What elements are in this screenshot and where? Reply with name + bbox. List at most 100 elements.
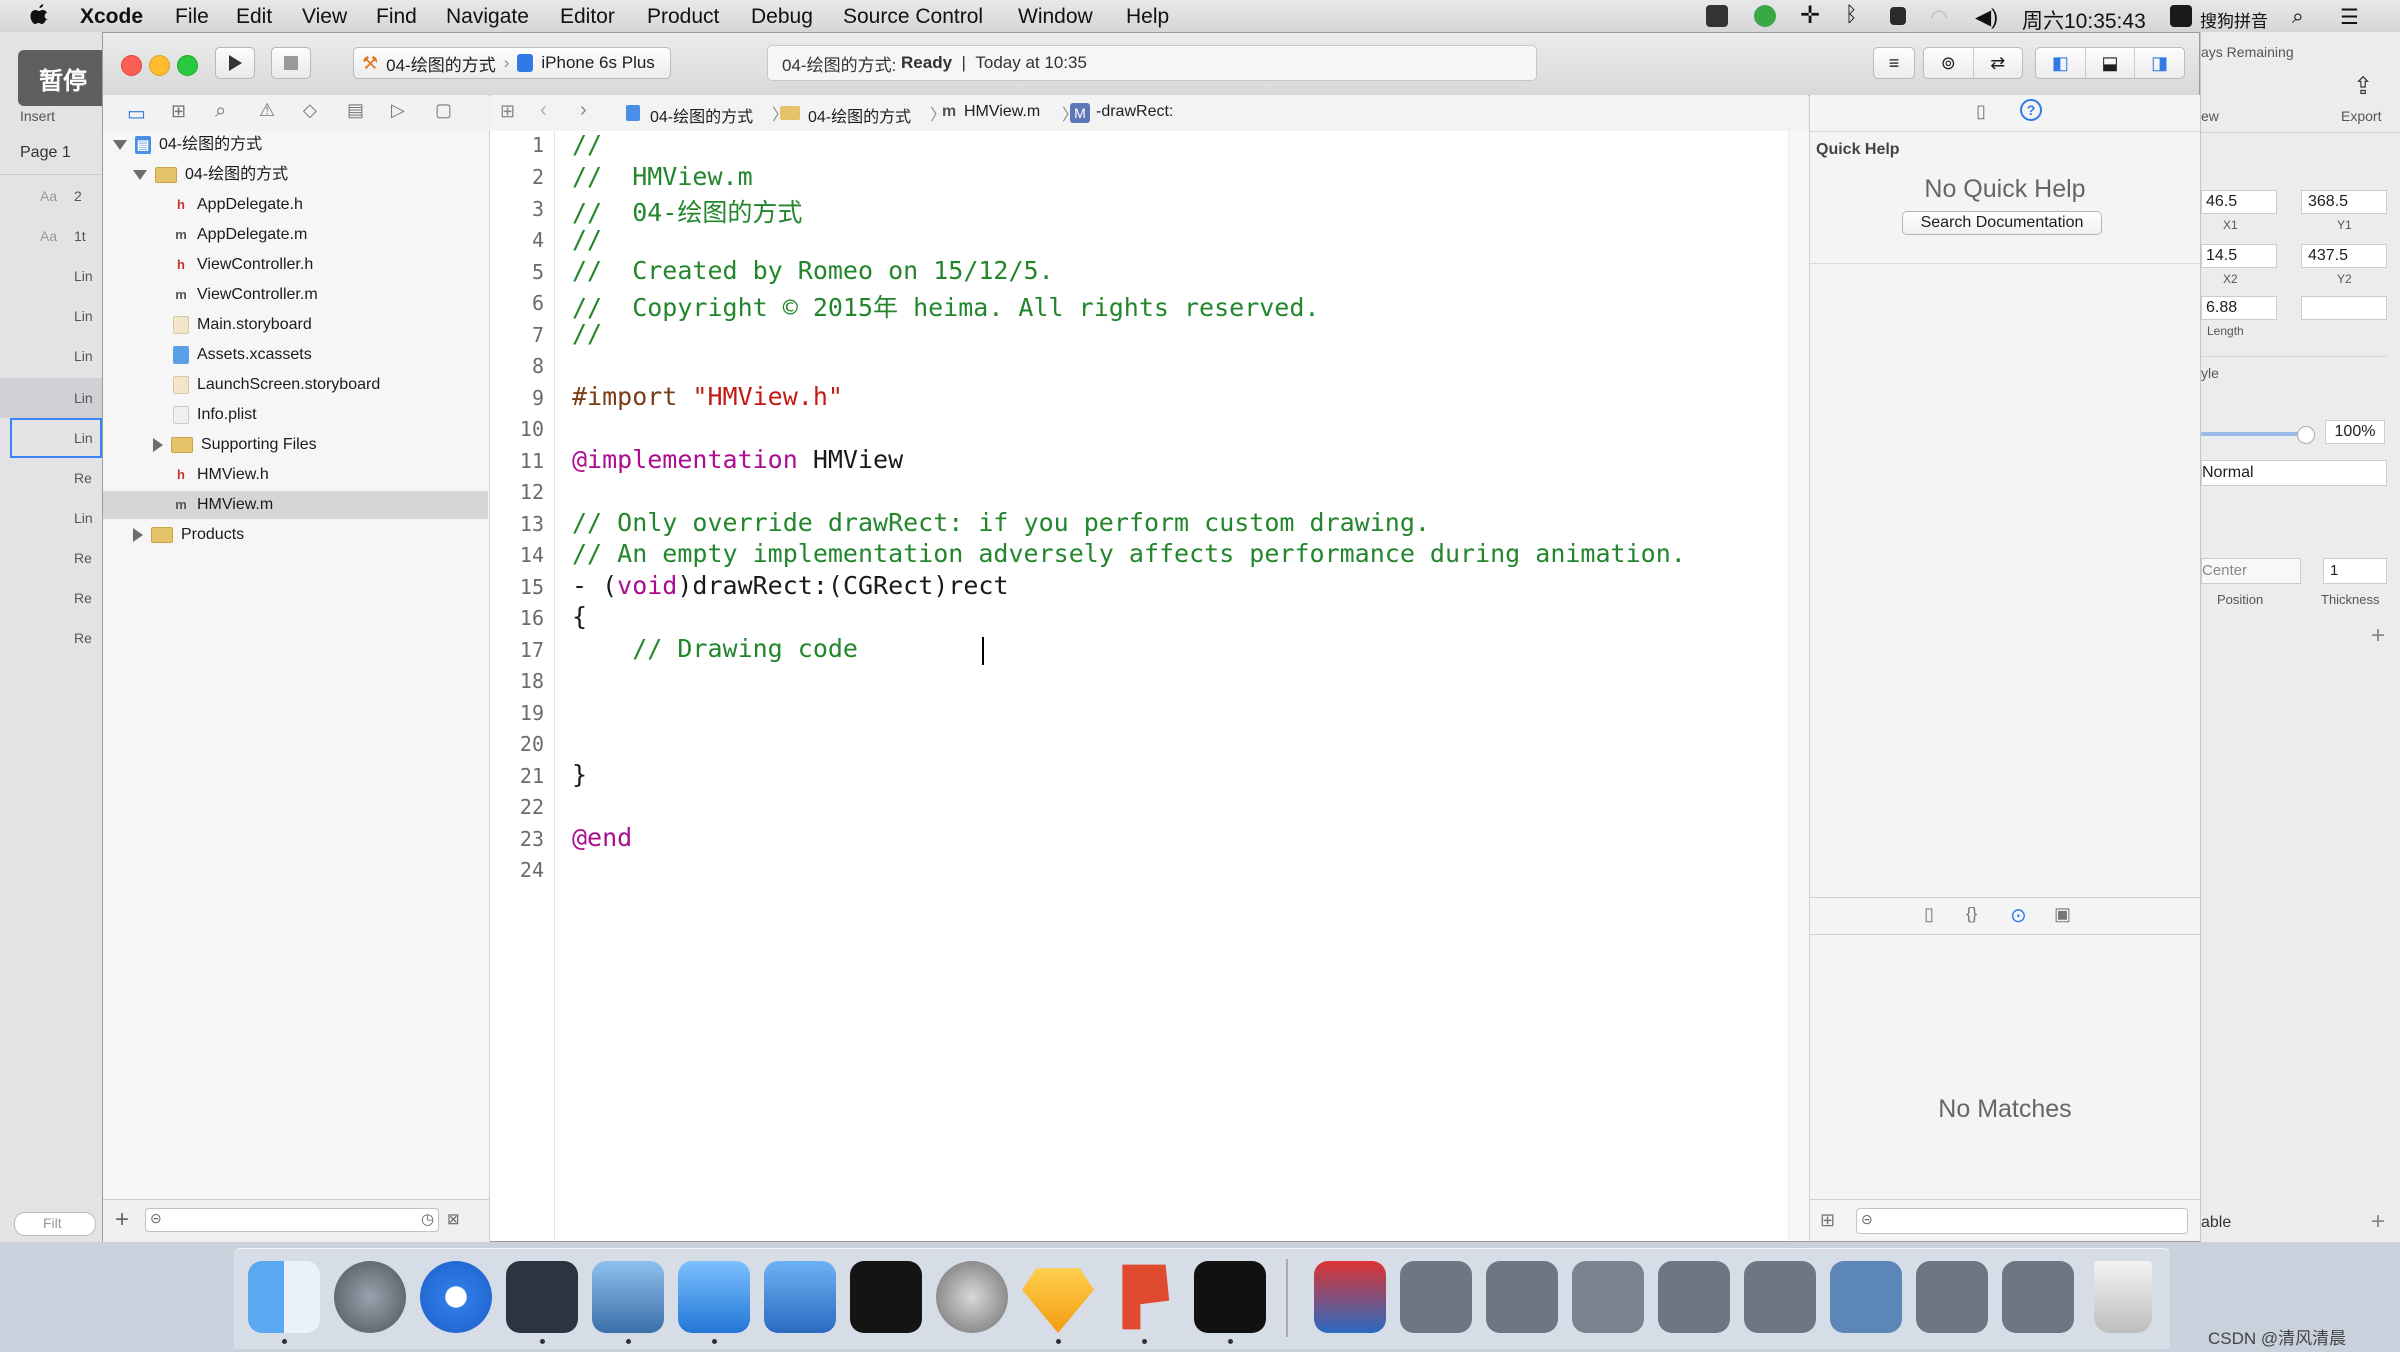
- sketch-layer-highlight[interactable]: Lin: [10, 418, 102, 458]
- forward-arrow-icon[interactable]: ›: [580, 99, 587, 122]
- test-navigator-icon[interactable]: ◇: [303, 100, 317, 121]
- disclosure-closed-icon[interactable]: [153, 437, 163, 452]
- minimized-window-icon[interactable]: [1830, 1261, 1902, 1333]
- apple-icon[interactable]: [28, 2, 50, 28]
- tree-row-file[interactable]: h AppDelegate.h: [173, 191, 303, 219]
- menu-editor[interactable]: Editor: [560, 5, 615, 29]
- sketch-layer[interactable]: Re: [74, 470, 92, 486]
- sketch-icon[interactable]: [1022, 1268, 1094, 1333]
- menu-product[interactable]: Product: [647, 5, 719, 29]
- menu-xcode[interactable]: Xcode: [80, 5, 143, 29]
- sketch-filter-input[interactable]: Filt: [14, 1212, 96, 1236]
- style-row[interactable]: yle: [2201, 356, 2387, 387]
- opacity-field[interactable]: 100%: [2325, 420, 2385, 444]
- breakpoint-navigator-icon[interactable]: ▷: [391, 100, 405, 121]
- sketch-export-label[interactable]: Export: [2341, 108, 2381, 124]
- jump-crumb-method[interactable]: -drawRect:: [1096, 103, 1173, 121]
- standard-editor-button[interactable]: ≡: [1873, 47, 1915, 79]
- assistant-editor-icon[interactable]: ⊚: [1924, 48, 1974, 78]
- grid-view-icon[interactable]: ⊞: [1820, 1210, 1835, 1231]
- tree-row-file[interactable]: LaunchScreen.storyboard: [173, 371, 380, 399]
- border-thickness-field[interactable]: 1: [2323, 558, 2387, 584]
- version-editor-icon[interactable]: ⇄: [1974, 48, 2023, 78]
- instruments-icon[interactable]: [764, 1261, 836, 1333]
- menu-debug[interactable]: Debug: [751, 5, 813, 29]
- menu-help[interactable]: Help: [1126, 5, 1169, 29]
- sketch-layer-selected[interactable]: Lin: [0, 378, 102, 418]
- disclosure-open-icon[interactable]: [113, 139, 127, 150]
- search-documentation-button[interactable]: Search Documentation: [1902, 211, 2102, 235]
- tree-row-file-selected[interactable]: m HMView.m: [173, 491, 273, 519]
- plus-status-icon[interactable]: ✛: [1800, 1, 1820, 30]
- terminal-icon[interactable]: [850, 1261, 922, 1333]
- powerpoint-icon[interactable]: [1122, 1264, 1170, 1330]
- lock-icon[interactable]: [1890, 7, 1906, 25]
- screen-record-icon[interactable]: [1706, 5, 1728, 27]
- recent-files-icon[interactable]: ◷: [421, 1210, 434, 1228]
- jump-crumb-project[interactable]: 04-绘图的方式: [650, 103, 753, 127]
- tree-row-project[interactable]: ▤ 04-绘图的方式: [113, 131, 262, 159]
- flip-buttons[interactable]: [2301, 296, 2387, 320]
- project-navigator-icon[interactable]: ▭: [127, 101, 146, 126]
- sketch-layer[interactable]: Re: [74, 590, 92, 606]
- y1-field[interactable]: 368.5: [2301, 190, 2387, 214]
- utilities-toggle-icon[interactable]: ◨: [2135, 48, 2184, 78]
- jump-crumb-group[interactable]: 04-绘图的方式: [808, 103, 911, 127]
- library-filter-input[interactable]: ⊝: [1856, 1208, 2188, 1234]
- menu-find[interactable]: Find: [376, 5, 417, 29]
- blend-mode-select[interactable]: Normal: [2201, 460, 2387, 486]
- quick-help-inspector-icon[interactable]: ?: [2020, 99, 2042, 121]
- menu-edit[interactable]: Edit: [236, 5, 272, 29]
- sketch-layer[interactable]: Lin: [74, 268, 93, 284]
- menu-navigate[interactable]: Navigate: [446, 5, 529, 29]
- minimize-window-button[interactable]: [149, 55, 170, 76]
- source-editor[interactable]: 1 2 3 4 5 6 7 8 9 10 11 12 13 14 15 16 1…: [490, 130, 1886, 1241]
- export-icon[interactable]: ⇪: [2353, 72, 2373, 101]
- trash-icon[interactable]: [2094, 1261, 2152, 1333]
- x1-field[interactable]: 46.5: [2201, 190, 2277, 214]
- volume-icon[interactable]: ◀): [1975, 5, 1998, 30]
- tree-row-file[interactable]: Main.storyboard: [173, 311, 312, 339]
- tree-row-file[interactable]: m AppDelegate.m: [173, 221, 307, 249]
- sketch-layer[interactable]: 1t: [74, 228, 86, 244]
- issue-navigator-icon[interactable]: ⚠: [259, 100, 275, 121]
- sketch-layer[interactable]: Lin: [74, 348, 93, 364]
- disclosure-closed-icon[interactable]: [133, 527, 143, 542]
- status-green-icon[interactable]: [1754, 5, 1776, 27]
- add-file-icon[interactable]: +: [115, 1206, 129, 1234]
- stop-button[interactable]: [271, 47, 311, 79]
- opacity-slider-thumb[interactable]: [2297, 426, 2315, 444]
- minimized-window-icon[interactable]: [1572, 1261, 1644, 1333]
- add-icon[interactable]: +: [2371, 622, 2385, 650]
- object-library-icon[interactable]: ⊙: [2010, 903, 2027, 928]
- minimized-window-icon[interactable]: [1744, 1261, 1816, 1333]
- find-navigator-icon[interactable]: ⌕: [215, 100, 226, 123]
- media-library-icon[interactable]: ▣: [2054, 904, 2071, 925]
- y2-field[interactable]: 437.5: [2301, 244, 2387, 268]
- editor-scrollbar[interactable]: [1788, 131, 1809, 1241]
- minimized-window-icon[interactable]: [2002, 1261, 2074, 1333]
- sketch-page-select[interactable]: Page 1: [20, 144, 71, 162]
- tree-row-file[interactable]: m ViewController.m: [173, 281, 317, 309]
- bluetooth-icon[interactable]: ᛒ: [1845, 3, 1858, 27]
- editor-mode-segment[interactable]: ⊚ ⇄: [1923, 47, 2023, 79]
- menu-source-control[interactable]: Source Control: [843, 5, 983, 29]
- x2-field[interactable]: 14.5: [2201, 244, 2277, 268]
- sketch-layer[interactable]: Lin: [74, 510, 93, 526]
- run-button[interactable]: [215, 47, 255, 79]
- input-method[interactable]: 搜狗拼音: [2200, 7, 2268, 32]
- sketch-layer[interactable]: Re: [74, 550, 92, 566]
- wifi-icon[interactable]: ◠: [1930, 5, 1948, 30]
- border-position-select[interactable]: Center: [2201, 558, 2301, 584]
- length-field[interactable]: 6.88: [2201, 296, 2277, 320]
- zoom-window-button[interactable]: [177, 55, 198, 76]
- add-icon[interactable]: +: [2371, 1208, 2385, 1236]
- sketch-layer[interactable]: Re: [74, 630, 92, 646]
- sketch-layer[interactable]: Lin: [74, 308, 93, 324]
- back-arrow-icon[interactable]: ‹: [540, 99, 547, 122]
- system-preferences-icon[interactable]: [936, 1261, 1008, 1333]
- scheme-selector[interactable]: ⚒ 04-绘图的方式 › iPhone 6s Plus: [353, 47, 671, 79]
- minimized-window-icon[interactable]: [1658, 1261, 1730, 1333]
- navigator-toggle-icon[interactable]: ◧: [2036, 48, 2086, 78]
- menu-view[interactable]: View: [302, 5, 347, 29]
